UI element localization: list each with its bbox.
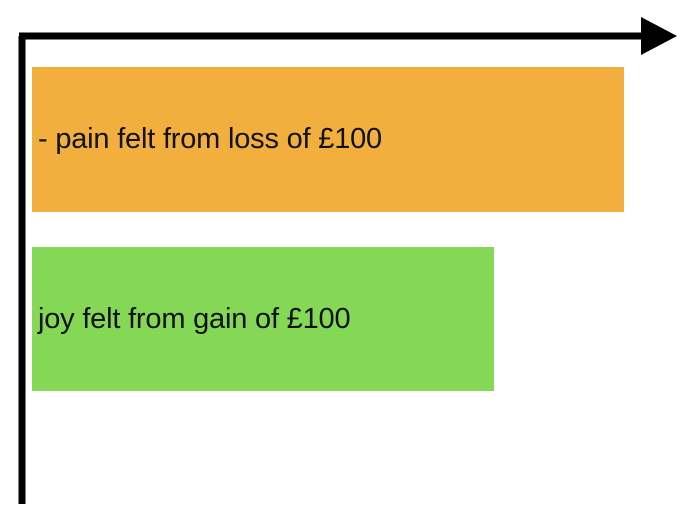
x-axis-arrowhead-icon: [641, 17, 677, 55]
loss-bar-label: - pain felt from loss of £100: [38, 123, 382, 155]
loss-aversion-diagram: - pain felt from loss of £100 joy felt f…: [0, 0, 690, 528]
loss-bar: - pain felt from loss of £100: [32, 67, 624, 212]
gain-bar-label: joy felt from gain of £100: [38, 302, 351, 335]
gain-bar: joy felt from gain of £100: [32, 247, 494, 391]
